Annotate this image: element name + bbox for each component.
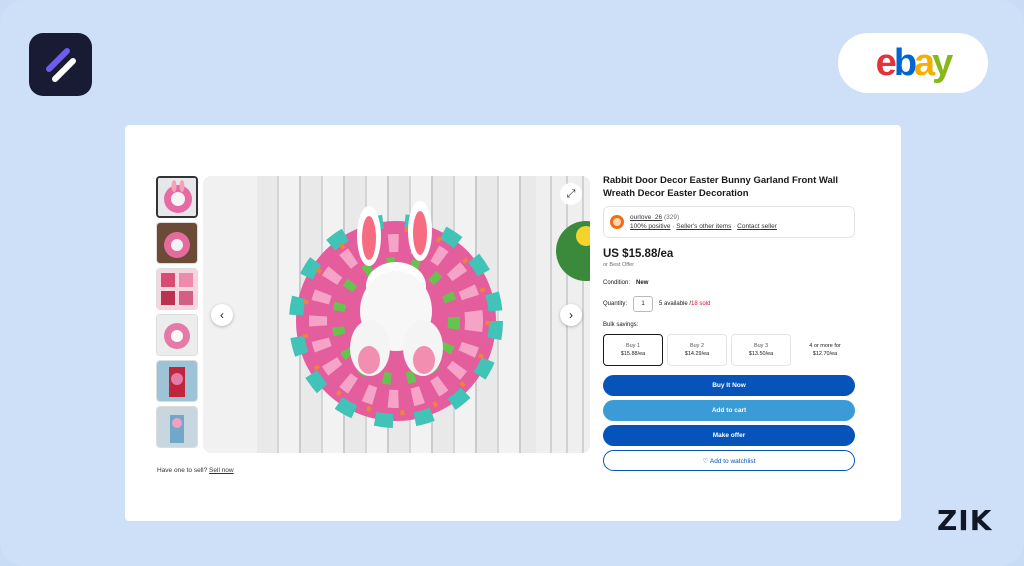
sell-prompt: Have one to sell? Sell now — [157, 467, 234, 474]
main-image-gallery: ‹ › ⤢ — [203, 176, 590, 453]
ebay-letter-y: y — [932, 41, 953, 84]
ebay-logo: e b a y — [838, 33, 988, 93]
bulk-tier: Buy 1 — [625, 343, 641, 349]
app-logo — [29, 33, 92, 96]
quantity-row: Quantity: 1 5 available / 18 sold — [603, 296, 855, 312]
sell-prompt-text: Have one to sell? — [157, 467, 208, 474]
buy-it-now-button[interactable]: Buy It Now — [603, 375, 855, 396]
bulk-savings-label: Bulk savings: — [603, 322, 639, 328]
ebay-letter-e: e — [875, 41, 897, 84]
zik-watermark: ZIK — [937, 504, 993, 537]
ebay-letter-b: b — [893, 41, 917, 84]
sell-now-link[interactable]: Sell now — [209, 467, 234, 474]
app-logo-icon — [45, 47, 76, 82]
quantity-input[interactable]: 1 — [633, 296, 654, 312]
seller-feedback-count: (329) — [663, 214, 680, 221]
bulk-savings-options: Buy 1 $15.88/ea Buy 2 $14.29/ea Buy 3 $1… — [603, 334, 855, 366]
seller-name-link[interactable]: ourlove_26 — [630, 214, 662, 221]
condition-value: New — [636, 280, 649, 286]
wreath-photo — [257, 176, 536, 453]
contact-seller-link[interactable]: Contact seller — [737, 223, 777, 230]
bulk-tier: Buy 2 — [689, 343, 705, 349]
bulk-option-2[interactable]: Buy 2 $14.29/ea — [667, 334, 727, 366]
thumbnail-6[interactable] — [156, 406, 198, 448]
seller-avatar[interactable] — [610, 215, 624, 229]
add-to-cart-button[interactable]: Add to cart — [603, 400, 855, 421]
thumbnail-2[interactable] — [156, 222, 198, 264]
seller-card: ourlove_26 (329) 100% positive · Seller'… — [603, 206, 855, 238]
bulk-tier: Buy 3 — [753, 343, 769, 349]
previous-image-button[interactable]: ‹ — [211, 304, 233, 326]
seller-positive-link[interactable]: 100% positive — [630, 223, 670, 230]
available-count: 5 available / — [659, 301, 692, 307]
listing-title: Rabbit Door Decor Easter Bunny Garland F… — [603, 175, 839, 199]
expand-image-button[interactable]: ⤢ — [560, 183, 582, 205]
thumbnail-3[interactable] — [156, 268, 198, 310]
condition-row: Condition: New — [603, 280, 855, 286]
thumbnail-5[interactable] — [156, 360, 198, 402]
expand-icon: ⤢ — [566, 187, 576, 200]
bulk-option-4[interactable]: 4 or more for $12.70/ea — [795, 334, 855, 366]
bulk-price: $12.70/ea — [812, 351, 838, 357]
sold-count: 18 sold — [691, 301, 711, 307]
listing-card: ‹ › ⤢ Have one to sell? Sell now Rabbit … — [125, 125, 901, 521]
bulk-price: $13.50/ea — [748, 351, 774, 357]
item-price: US $15.88/ea — [603, 248, 674, 260]
bulk-tier: 4 or more for — [809, 343, 841, 349]
best-offer-note: or Best Offer — [603, 262, 635, 268]
thumbnail-strip — [156, 176, 200, 452]
next-image-button[interactable]: › — [560, 304, 582, 326]
add-to-watchlist-button[interactable]: ♡ Add to watchlist — [603, 450, 855, 471]
chevron-left-icon: ‹ — [220, 308, 224, 322]
seller-other-items-link[interactable]: Seller's other items — [676, 223, 731, 230]
condition-label: Condition: — [603, 280, 631, 286]
ebay-letter-a: a — [914, 41, 935, 84]
thumbnail-4[interactable] — [156, 314, 198, 356]
bulk-price: $15.88/ea — [620, 351, 646, 357]
bunny-wreath-image — [289, 201, 503, 428]
chevron-right-icon: › — [569, 308, 573, 322]
bulk-option-3[interactable]: Buy 3 $13.50/ea — [731, 334, 791, 366]
thumbnail-1[interactable] — [156, 176, 198, 218]
listing-info: Rabbit Door Decor Easter Bunny Garland F… — [603, 175, 855, 471]
quantity-label: Quantity: — [603, 301, 628, 307]
bulk-price: $14.29/ea — [684, 351, 710, 357]
make-offer-button[interactable]: Make offer — [603, 425, 855, 446]
bulk-option-1[interactable]: Buy 1 $15.88/ea — [603, 334, 663, 366]
